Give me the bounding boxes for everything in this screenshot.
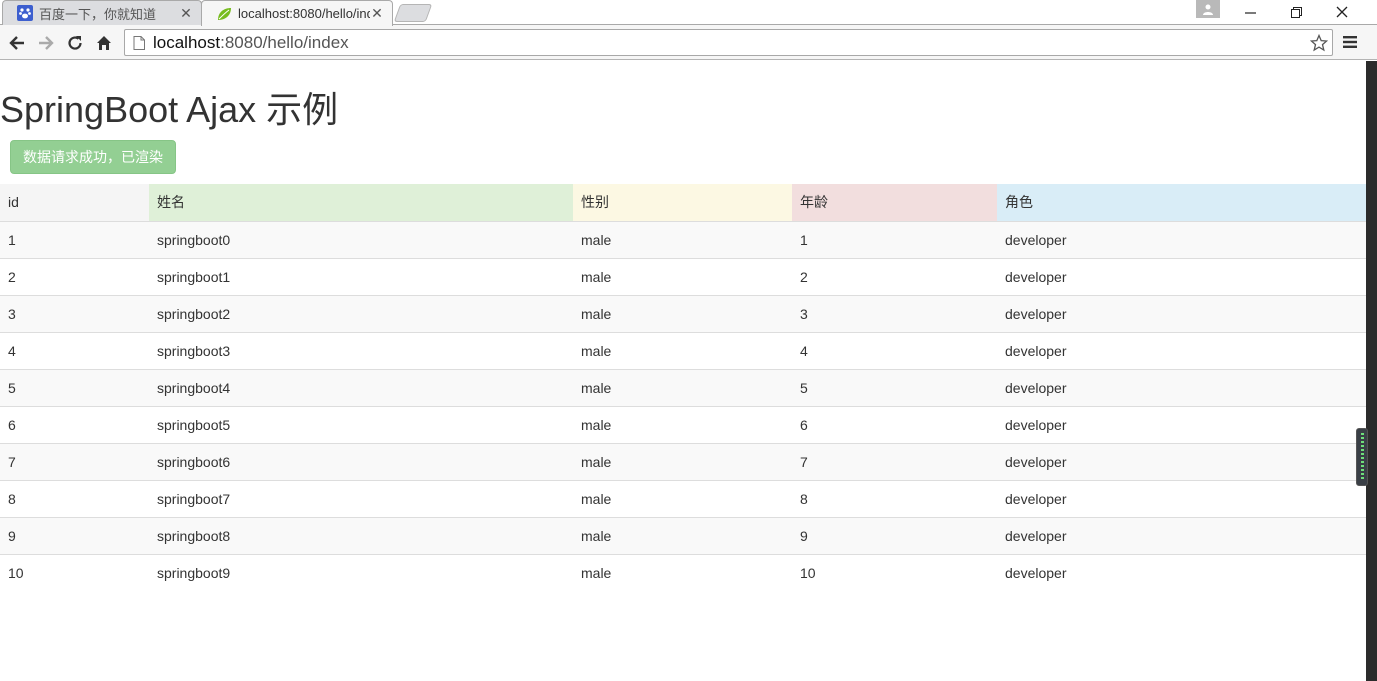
table-row: 7 springboot6 male 7 developer [0, 442, 1366, 480]
cell-role: developer [997, 516, 1366, 554]
cell-id: 8 [0, 479, 149, 517]
cell-name: springboot3 [149, 331, 573, 369]
page-content: SpringBoot Ajax 示例 数据请求成功，已渲染 id 姓名 性别 年… [0, 61, 1366, 681]
cell-role: developer [997, 553, 1366, 591]
cell-age: 8 [792, 479, 997, 517]
table-row: 1 springboot0 male 1 developer [0, 220, 1366, 258]
cell-id: 6 [0, 405, 149, 443]
home-icon[interactable] [92, 31, 116, 55]
table-header-row: id 姓名 性别 年龄 角色 [0, 184, 1366, 221]
cell-id: 4 [0, 331, 149, 369]
new-tab-button[interactable] [393, 4, 433, 22]
table-body: 1 springboot0 male 1 developer 2 springboot1 ma… [0, 220, 1366, 591]
cell-name: springboot8 [149, 516, 573, 554]
close-window-icon[interactable] [1319, 0, 1365, 24]
cell-age: 9 [792, 516, 997, 554]
cell-gender: male [573, 442, 792, 480]
url-host: localhost [153, 32, 221, 52]
close-icon[interactable]: ✕ [179, 5, 193, 22]
cell-role: developer [997, 368, 1366, 406]
cell-id: 3 [0, 294, 149, 332]
url-text: localhost:8080/hello/index [153, 33, 349, 53]
back-arrow-icon[interactable] [5, 31, 29, 55]
header-role: 角色 [997, 184, 1366, 221]
cell-name: springboot1 [149, 257, 573, 295]
header-gender: 性别 [573, 184, 792, 221]
cell-gender: male [573, 405, 792, 443]
hamburger-menu-icon[interactable] [1340, 32, 1360, 52]
side-widget-handle[interactable] [1356, 428, 1368, 486]
page-icon [133, 35, 147, 50]
table-row: 8 springboot7 male 8 developer [0, 479, 1366, 517]
cell-age: 4 [792, 331, 997, 369]
tab-title: localhost:8080/hello/ind [238, 6, 370, 21]
cell-gender: male [573, 294, 792, 332]
cell-age: 6 [792, 405, 997, 443]
cell-gender: male [573, 331, 792, 369]
cell-name: springboot4 [149, 368, 573, 406]
header-age: 年龄 [792, 184, 997, 221]
cell-id: 5 [0, 368, 149, 406]
cell-age: 1 [792, 220, 997, 258]
cell-name: springboot0 [149, 220, 573, 258]
minimize-icon[interactable] [1227, 0, 1273, 24]
cell-gender: male [573, 479, 792, 517]
cell-role: developer [997, 257, 1366, 295]
cell-id: 10 [0, 553, 149, 591]
cell-age: 3 [792, 294, 997, 332]
cell-role: developer [997, 405, 1366, 443]
url-path: :8080/hello/index [220, 32, 349, 52]
cell-gender: male [573, 368, 792, 406]
cell-role: developer [997, 479, 1366, 517]
table-row: 5 springboot4 male 5 developer [0, 368, 1366, 406]
cell-age: 2 [792, 257, 997, 295]
tab-title: 百度一下，你就知道 [39, 6, 157, 22]
cell-age: 10 [792, 553, 997, 591]
cell-name: springboot2 [149, 294, 573, 332]
tab-strip: 百度一下，你就知道 ✕ localhost:8080/hello/ind ✕ [0, 0, 1377, 26]
profile-icon[interactable] [1196, 0, 1220, 18]
table-row: 9 springboot8 male 9 developer [0, 516, 1366, 554]
spring-leaf-icon [216, 6, 232, 22]
status-button[interactable]: 数据请求成功，已渲染 [10, 140, 176, 174]
cell-id: 9 [0, 516, 149, 554]
cell-role: developer [997, 294, 1366, 332]
baidu-paw-icon [17, 5, 33, 21]
cell-name: springboot7 [149, 479, 573, 517]
reload-icon[interactable] [63, 31, 87, 55]
star-icon[interactable] [1308, 32, 1330, 54]
cell-role: developer [997, 442, 1366, 480]
cell-id: 2 [0, 257, 149, 295]
data-table: id 姓名 性别 年龄 角色 1 springboot0 male 1 develope… [0, 184, 1366, 591]
cell-name: springboot6 [149, 442, 573, 480]
cell-age: 5 [792, 368, 997, 406]
cell-gender: male [573, 257, 792, 295]
table-row: 10 springboot9 male 10 developer [0, 553, 1366, 591]
close-icon[interactable]: ✕ [370, 5, 384, 22]
cell-role: developer [997, 331, 1366, 369]
cell-name: springboot9 [149, 553, 573, 591]
cell-age: 7 [792, 442, 997, 480]
table-row: 2 springboot1 male 2 developer [0, 257, 1366, 295]
forward-arrow-icon[interactable] [34, 31, 58, 55]
cell-gender: male [573, 516, 792, 554]
browser-toolbar: localhost:8080/hello/index [0, 25, 1377, 60]
tab-baidu[interactable]: 百度一下，你就知道 ✕ [2, 0, 202, 25]
page-title: SpringBoot Ajax 示例 [0, 89, 339, 130]
cell-name: springboot5 [149, 405, 573, 443]
cell-gender: male [573, 553, 792, 591]
header-id: id [0, 184, 149, 221]
table-row: 6 springboot5 male 6 developer [0, 405, 1366, 443]
table-row: 4 springboot3 male 4 developer [0, 331, 1366, 369]
address-bar[interactable]: localhost:8080/hello/index [124, 29, 1333, 56]
cell-id: 7 [0, 442, 149, 480]
scrollbar[interactable] [1366, 61, 1377, 681]
cell-id: 1 [0, 220, 149, 258]
cell-role: developer [997, 220, 1366, 258]
restore-icon[interactable] [1273, 0, 1319, 24]
table-row: 3 springboot2 male 3 developer [0, 294, 1366, 332]
cell-gender: male [573, 220, 792, 258]
header-name: 姓名 [149, 184, 573, 221]
tab-localhost[interactable]: localhost:8080/hello/ind ✕ [201, 0, 393, 26]
